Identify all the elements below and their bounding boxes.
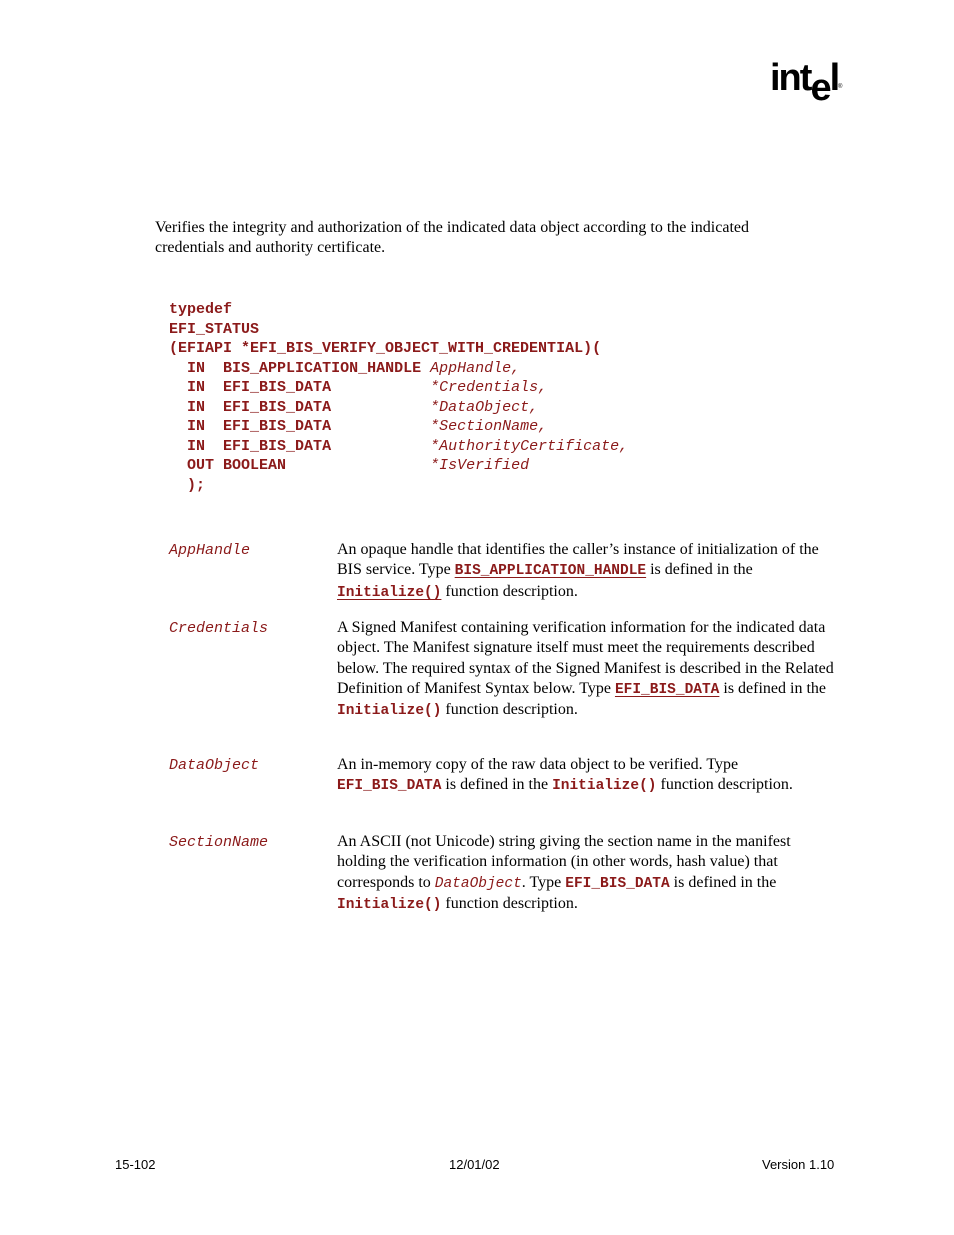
code-arg: OUT BOOLEAN *IsVerified (187, 457, 530, 474)
code-typedef: typedef (169, 301, 233, 318)
parameter-name: Credentials (169, 620, 269, 637)
footer-version: Version 1.10 (762, 1157, 835, 1172)
code-close: ); (187, 476, 206, 494)
footer-page-number: 15-102 (115, 1157, 156, 1172)
parameter-description: An opaque handle that identifies the cal… (337, 541, 819, 601)
code-arg: IN BIS_APPLICATION_HANDLE AppHandle, (187, 359, 521, 377)
code-arg: IN EFI_BIS_DATA *AuthorityCertificate, (187, 437, 629, 455)
parameter-description: An ASCII (not Unicode) string giving the… (337, 833, 791, 913)
intel-logo: intel ® (770, 57, 850, 109)
initialize-ref: Initialize() (337, 703, 442, 720)
initialize-ref: Initialize() (337, 896, 442, 913)
code-arg: IN EFI_BIS_DATA *SectionName, (187, 418, 548, 435)
parameter-description: An in-memory copy of the raw data object… (337, 756, 793, 795)
parameter-description: A Signed Manifest containing verificatio… (337, 619, 834, 720)
code-return-type: EFI_STATUS (169, 320, 260, 338)
bis-application-handle-link[interactable]: BIS_APPLICATION_HANDLE (455, 563, 646, 579)
dataobject-ref: DataObject (434, 875, 522, 892)
function-summary: Verifies the integrity and authorization… (155, 219, 749, 256)
code-arg: IN EFI_BIS_DATA *DataObject, (187, 398, 539, 416)
footer-date: 12/01/02 (449, 1157, 500, 1172)
initialize-link[interactable]: Initialize() (337, 585, 441, 601)
parameter-name: DataObject (169, 757, 260, 774)
efi-bis-data-ref: EFI_BIS_DATA (565, 875, 670, 892)
registered-mark: ® (838, 84, 843, 90)
intel-logo-wordmark: intel (770, 57, 840, 109)
prototype-code-block: typedef EFI_STATUS (EFIAPI *EFI_BIS_VERIFY… (169, 300, 628, 495)
parameter-name: SectionName (169, 834, 269, 851)
initialize-ref: Initialize() (552, 778, 657, 795)
efi-bis-data-link[interactable]: EFI_BIS_DATA (615, 682, 719, 698)
efi-bis-data-ref: EFI_BIS_DATA (337, 778, 442, 795)
code-function-name: (EFIAPI *EFI_BIS_VERIFY_OBJECT_WITH_CRED… (169, 340, 602, 357)
code-arg: IN EFI_BIS_DATA *Credentials, (187, 379, 548, 396)
parameter-name: AppHandle (169, 542, 251, 559)
